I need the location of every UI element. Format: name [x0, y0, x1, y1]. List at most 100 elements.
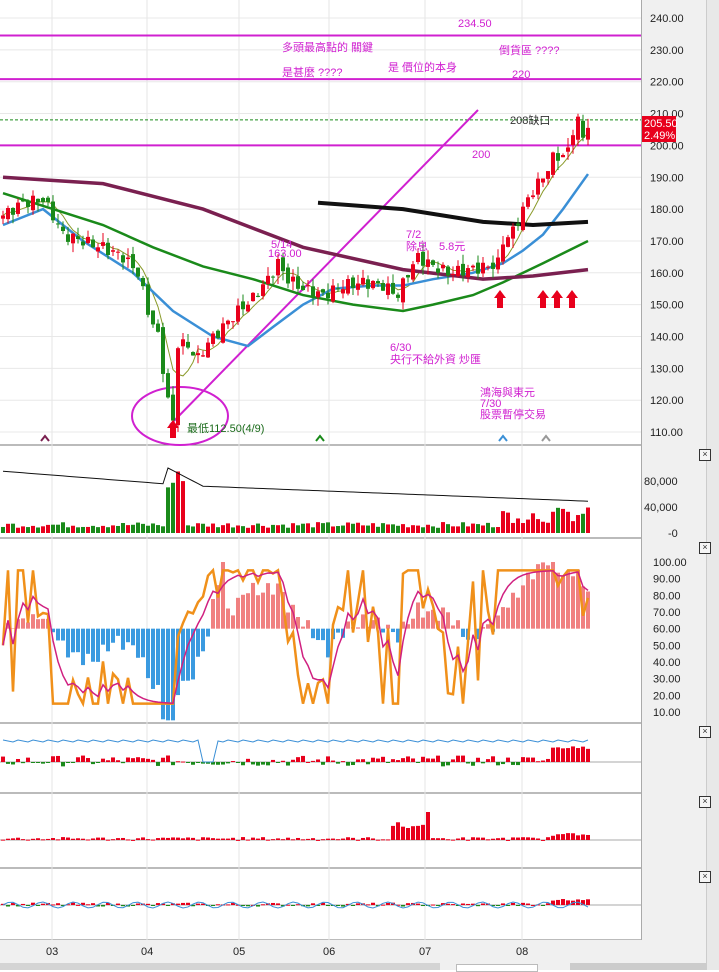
volume-bar	[306, 523, 310, 533]
candle-body	[106, 243, 110, 255]
indicator-bar	[141, 758, 145, 762]
volume-bar	[376, 527, 380, 533]
indicator-bar	[466, 904, 470, 905]
oscillator-histogram-bar	[186, 629, 190, 681]
candle-body	[416, 253, 420, 262]
oscillator-histogram-bar	[41, 619, 45, 629]
indicator-bar	[211, 838, 215, 840]
indicator-bar	[276, 903, 280, 905]
oscillator-histogram-bar	[356, 627, 360, 628]
indicator-bar	[256, 839, 260, 840]
vertical-scrollbar[interactable]	[706, 0, 719, 970]
candle-body	[346, 279, 350, 294]
volume-bar	[536, 519, 540, 533]
indicator-bar	[226, 904, 230, 905]
indicator-bar	[126, 839, 130, 840]
indicator-bar	[166, 838, 170, 840]
volume-bar	[201, 524, 205, 533]
candle-body	[411, 264, 415, 279]
oscillator-histogram-bar	[21, 618, 25, 628]
oscillator-histogram-bar	[261, 593, 265, 629]
indicator-bar	[461, 904, 465, 905]
volume-bar	[146, 526, 150, 533]
trend-line	[170, 110, 478, 425]
indicator-bar	[561, 834, 565, 840]
volume-bar	[411, 525, 415, 533]
annotation-text: 7/2	[406, 229, 421, 241]
volume-bar	[401, 524, 405, 533]
candle-body	[566, 147, 570, 151]
volume-bar	[531, 513, 535, 533]
close-panel-6-button[interactable]: ×	[699, 871, 711, 883]
candle-body	[586, 128, 590, 140]
candle-body	[366, 279, 370, 288]
candle-body	[96, 247, 100, 251]
candle-body	[381, 283, 385, 291]
oscillator-histogram-bar	[26, 622, 30, 628]
indicator-bar	[236, 840, 240, 841]
indicator-bar	[6, 839, 10, 840]
indicator-bar	[451, 759, 455, 762]
oscillator-histogram-bar	[76, 629, 80, 652]
close-volume-panel-button[interactable]: ×	[699, 449, 711, 461]
k-line	[3, 570, 588, 703]
volume-bar	[181, 481, 185, 533]
indicator-bar	[246, 905, 250, 906]
indicator-bar	[331, 839, 335, 840]
volume-bar	[451, 526, 455, 533]
buy-arrow-icon	[494, 290, 506, 308]
volume-bar	[351, 524, 355, 533]
candle-body	[66, 234, 70, 242]
indicator-bar	[476, 838, 480, 840]
close-oscillator-panel-button[interactable]: ×	[699, 542, 711, 554]
indicator-bar	[106, 840, 110, 841]
volume-bar	[346, 523, 350, 533]
oscillator-histogram-bar	[411, 619, 415, 629]
indicator-bar	[221, 762, 225, 765]
indicator-bar	[576, 748, 580, 762]
x-tick-label: 05	[233, 946, 245, 958]
indicator-bar	[186, 903, 190, 905]
indicator-bar	[546, 837, 550, 840]
candle-body	[241, 301, 245, 309]
volume-bar	[321, 523, 325, 533]
indicator-bar	[16, 759, 20, 762]
indicator-bar	[276, 762, 280, 763]
indicator-bar	[561, 899, 565, 905]
candle-body	[121, 255, 125, 262]
close-panel-4-button[interactable]: ×	[699, 726, 711, 738]
volume-bar	[516, 518, 520, 533]
zoom-slider[interactable]	[456, 964, 538, 972]
oscillator-histogram-bar	[251, 583, 255, 629]
indicator-bar	[6, 762, 10, 764]
indicator-bar	[116, 838, 120, 840]
toolbar-buttons[interactable]	[570, 963, 706, 970]
close-panel-5-button[interactable]: ×	[699, 796, 711, 808]
indicator-bar	[246, 840, 250, 841]
oscillator-histogram-bar	[571, 576, 575, 628]
indicator-bar	[461, 756, 465, 762]
indicator-bar	[186, 837, 190, 840]
horizontal-scrollbar[interactable]	[0, 963, 440, 970]
buy-arrow-icon	[551, 290, 563, 308]
volume-bar	[291, 523, 295, 533]
chart-plot-area[interactable]: 234.50220200208缺口多頭最高點的 關鍵是甚麼 ????是 價位的本…	[0, 0, 641, 940]
indicator-bar	[471, 762, 475, 766]
moving-average-ma20	[3, 174, 588, 346]
volume-tick-label: 40,000	[644, 502, 678, 514]
indicator-bar	[511, 837, 515, 840]
indicator-bar	[341, 761, 345, 762]
indicator-bar	[566, 748, 570, 762]
candle-body	[516, 224, 520, 226]
indicator-bar	[446, 839, 450, 840]
indicator-bar	[556, 747, 560, 762]
volume-bar	[541, 522, 545, 533]
candle-body	[446, 267, 450, 276]
oscillator-histogram-bar	[336, 629, 340, 633]
indicator-bar	[406, 903, 410, 905]
volume-bar	[186, 525, 190, 533]
indicator-bar	[56, 839, 60, 840]
annotation-text: 多頭最高點的 關鍵	[282, 40, 373, 54]
oscillator-histogram-bar	[456, 620, 460, 628]
volume-bar	[371, 523, 375, 533]
